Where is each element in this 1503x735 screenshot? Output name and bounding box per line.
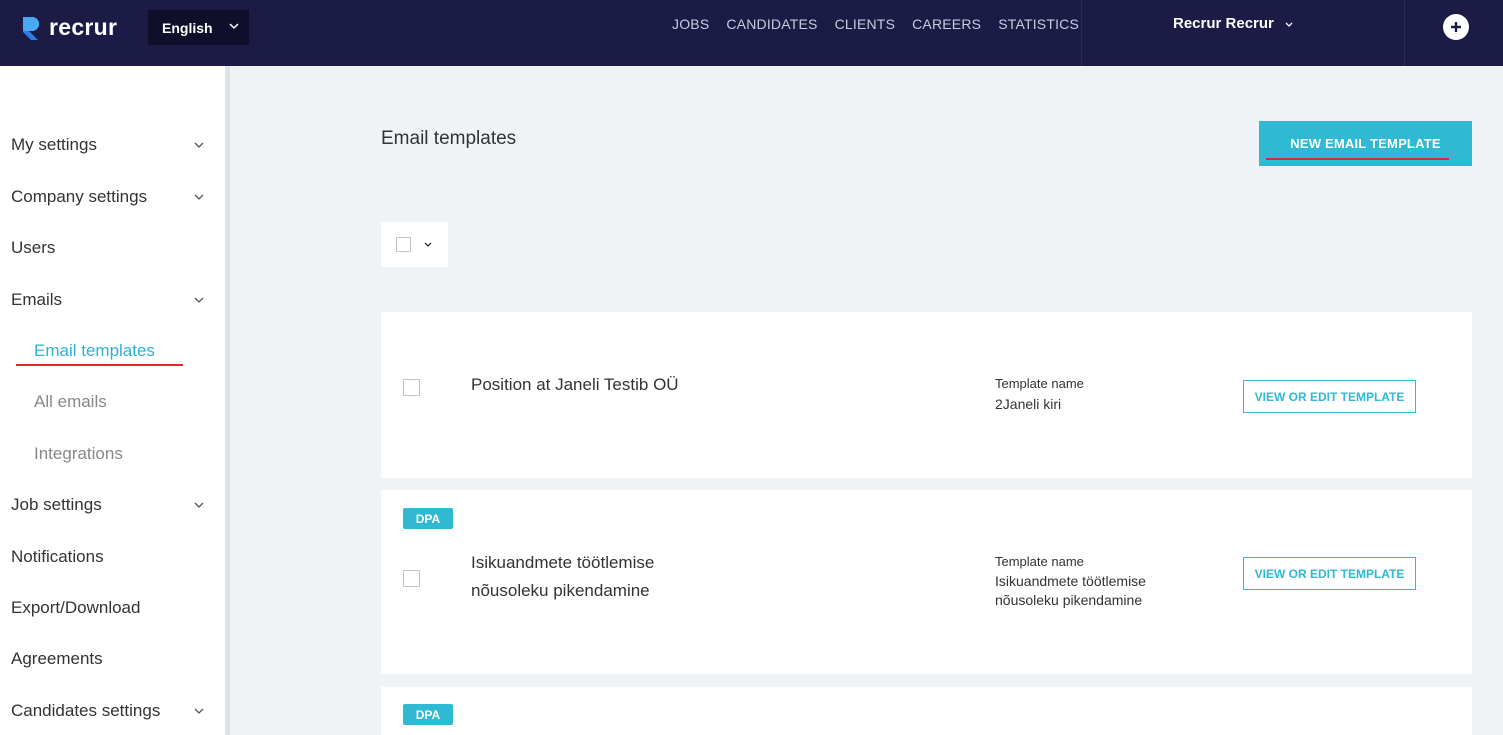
sidebar-subitem-integrations[interactable]: Integrations bbox=[34, 442, 123, 466]
bulk-select-dropdown[interactable] bbox=[381, 222, 448, 267]
chevron-down-icon bbox=[194, 502, 204, 508]
template-name-label: Template name bbox=[995, 376, 1084, 391]
nav-clients[interactable]: CLIENTS bbox=[835, 16, 896, 32]
sidebar-item-label: My settings bbox=[11, 135, 97, 154]
sidebar-item-users[interactable]: Users bbox=[11, 236, 211, 260]
sidebar-item-agreements[interactable]: Agreements bbox=[11, 647, 211, 671]
page-title: Email templates bbox=[381, 128, 517, 149]
template-name-value: 2Janeli kiri bbox=[995, 396, 1062, 412]
select-all-checkbox[interactable] bbox=[396, 237, 411, 252]
sidebar-item-label: Notifications bbox=[11, 547, 104, 566]
header-divider bbox=[1081, 0, 1082, 66]
sidebar-item-notifications[interactable]: Notifications bbox=[11, 545, 211, 569]
dpa-badge: DPA bbox=[403, 508, 453, 529]
nav-jobs[interactable]: JOBS bbox=[672, 16, 709, 32]
template-title: Isikuandmete töötlemise nõusoleku pikend… bbox=[471, 553, 655, 600]
sidebar-item-label: Candidates settings bbox=[11, 701, 161, 720]
language-selector[interactable]: English bbox=[148, 10, 249, 45]
user-name: Recrur Recrur bbox=[1173, 15, 1274, 32]
nav-careers[interactable]: CAREERS bbox=[912, 16, 981, 32]
dpa-badge: DPA bbox=[403, 704, 453, 725]
sidebar-item-label: Export/Download bbox=[11, 598, 141, 617]
chevron-down-icon bbox=[194, 194, 204, 200]
chevron-down-icon bbox=[229, 23, 239, 30]
template-card: DPA Isikuandmete töötlemise nõusoleku pi… bbox=[381, 490, 1472, 674]
template-name-label: Template name bbox=[995, 554, 1084, 569]
main-nav: JOBS CANDIDATES CLIENTS CAREERS STATISTI… bbox=[672, 16, 1096, 32]
plus-icon bbox=[1451, 22, 1461, 32]
nav-candidates[interactable]: CANDIDATES bbox=[726, 16, 817, 32]
add-button[interactable] bbox=[1443, 14, 1469, 40]
annotation-underline bbox=[16, 364, 183, 366]
language-label: English bbox=[162, 19, 213, 36]
logo-mark-icon bbox=[23, 17, 39, 40]
sidebar-subitem-email-templates[interactable]: Email templates bbox=[34, 339, 155, 363]
template-card: DPA bbox=[381, 687, 1472, 735]
header-divider bbox=[1404, 0, 1405, 66]
top-navigation-bar: recrur English JOBS CANDIDATES CLIENTS C… bbox=[0, 0, 1503, 66]
sidebar-item-job-settings[interactable]: Job settings bbox=[11, 493, 211, 517]
sidebar-item-emails[interactable]: Emails bbox=[11, 288, 211, 312]
user-menu[interactable]: Recrur Recrur bbox=[1173, 15, 1294, 32]
recrur-logo[interactable]: recrur bbox=[21, 14, 117, 42]
sidebar-item-candidates-settings[interactable]: Candidates settings bbox=[11, 699, 211, 723]
sidebar-border bbox=[225, 66, 230, 735]
sidebar-item-my-settings[interactable]: My settings bbox=[11, 133, 211, 157]
brand-name: recrur bbox=[49, 13, 118, 40]
nav-statistics[interactable]: STATISTICS bbox=[998, 16, 1079, 32]
view-or-edit-template-button[interactable]: VIEW OR EDIT TEMPLATE bbox=[1243, 380, 1416, 413]
sidebar-item-export-download[interactable]: Export/Download bbox=[11, 596, 211, 620]
template-checkbox[interactable] bbox=[403, 570, 420, 587]
sidebar-subitem-all-emails[interactable]: All emails bbox=[34, 390, 107, 414]
template-checkbox[interactable] bbox=[403, 379, 420, 396]
view-or-edit-template-button[interactable]: VIEW OR EDIT TEMPLATE bbox=[1243, 557, 1416, 590]
sidebar-item-label: Job settings bbox=[11, 495, 102, 514]
chevron-down-icon bbox=[194, 708, 204, 714]
sidebar-item-label: Company settings bbox=[11, 187, 148, 206]
sidebar-item-label: Users bbox=[11, 238, 56, 257]
sidebar-item-label: Emails bbox=[11, 290, 63, 309]
template-name-value: Isikuandmete töötlemise nõusoleku pikend… bbox=[995, 573, 1146, 608]
annotation-underline bbox=[1266, 158, 1449, 160]
chevron-down-icon bbox=[194, 297, 204, 303]
template-title: Position at Janeli Testib OÜ bbox=[471, 375, 679, 394]
chevron-down-icon bbox=[424, 242, 432, 247]
template-card: Position at Janeli Testib OÜ Template na… bbox=[381, 312, 1472, 478]
sidebar-item-company-settings[interactable]: Company settings bbox=[11, 185, 211, 209]
chevron-down-icon bbox=[1285, 22, 1293, 27]
chevron-down-icon bbox=[194, 142, 204, 148]
sidebar-item-label: Agreements bbox=[11, 649, 103, 668]
